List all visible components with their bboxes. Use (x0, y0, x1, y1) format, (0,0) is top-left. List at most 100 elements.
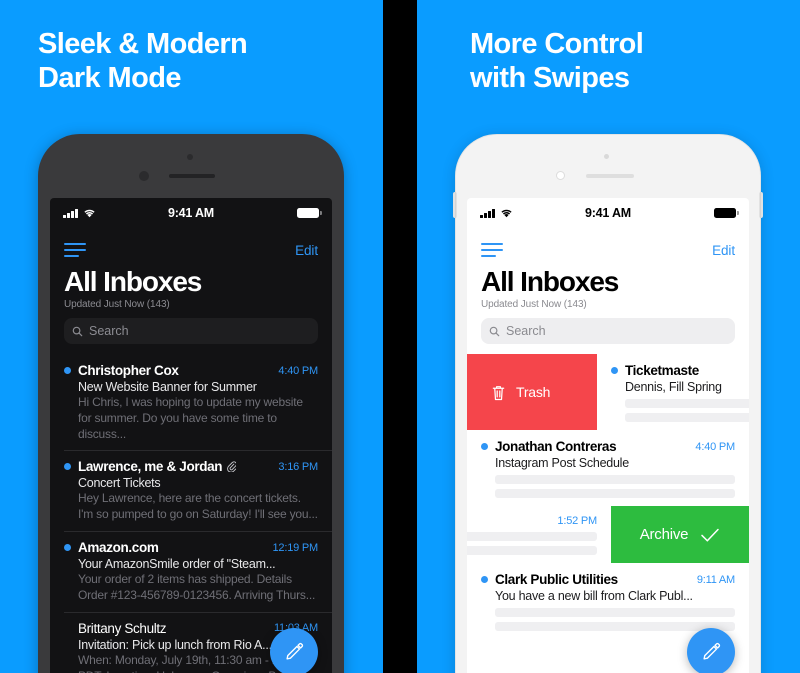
headline-left: Sleek & Modern Dark Mode (38, 28, 248, 94)
table-row[interactable]: Jonathan Contreras 4:40 PM Instagram Pos… (467, 430, 749, 506)
mail-time: 9:11 AM (696, 573, 735, 586)
earpiece-speaker-icon (586, 174, 634, 178)
mail-preview: Hi Chris, I was hoping to update my webs… (78, 395, 303, 441)
unread-dot-icon (481, 576, 488, 583)
mail-list: Christopher Cox 4:40 PM New Website Bann… (50, 354, 332, 673)
edit-button[interactable]: Edit (712, 243, 735, 258)
mail-row-header: Amazon.com 12:19 PM (64, 540, 318, 555)
trash-can-icon (492, 385, 505, 400)
nav-bar: Edit (50, 228, 332, 262)
compose-button[interactable] (270, 628, 318, 673)
mail-subject: Dennis, Fill Spring (625, 380, 722, 394)
hamburger-menu-icon[interactable] (481, 243, 503, 257)
unread-dot-icon (64, 625, 71, 632)
phone-screen-dark: 9:41 AM Edit All Inboxes Updated Just No… (50, 198, 332, 673)
mail-time: 4:40 PM (695, 440, 735, 453)
mail-preview: Your order of 2 items has shipped. Detai… (78, 572, 316, 602)
mail-sender: Clark Public Utilities (495, 572, 618, 587)
front-camera-icon (187, 154, 193, 160)
trash-action-button[interactable]: Trash (467, 354, 597, 430)
mail-preview-masked (467, 532, 597, 555)
table-row[interactable]: Christopher Cox 4:40 PM New Website Bann… (50, 354, 332, 450)
proximity-sensor-icon (556, 171, 565, 180)
mail-sender: Brittany Schultz (78, 620, 167, 636)
table-row[interactable]: Lawrence, me & Jordan 3:16 PM Concert Ti… (50, 450, 332, 531)
app-store-screenshot-pair: Sleek & Modern Dark Mode 9:41 AM Edit Al… (0, 0, 800, 673)
unread-dot-icon (64, 463, 71, 471)
phone-mockup-dark: 9:41 AM Edit All Inboxes Updated Just No… (38, 134, 344, 673)
mail-subject: You have a new bill from Clark Publ... (495, 589, 693, 603)
mail-row-content: 1:52 PM (467, 506, 611, 563)
page-subtitle: Updated Just Now (143) (64, 299, 170, 310)
checkmark-icon (701, 528, 720, 542)
mail-row-header: Clark Public Utilities 9:11 AM (481, 572, 735, 587)
status-right-group (297, 207, 322, 219)
search-placeholder: Search (89, 324, 129, 338)
compose-pencil-icon (286, 642, 304, 660)
table-row[interactable]: Amazon.com 12:19 PM Your AmazonSmile ord… (50, 531, 332, 612)
page-title: All Inboxes (481, 266, 619, 297)
unread-dot-icon (64, 367, 71, 374)
proximity-sensor-icon (139, 171, 149, 181)
mail-sender: Ticketmaste (625, 363, 699, 378)
mail-sender: Jonathan Contreras (495, 439, 617, 454)
mail-subject: Instagram Post Schedule (495, 456, 629, 470)
mail-row-header: Jonathan Contreras 4:40 PM (481, 439, 735, 454)
earpiece-speaker-icon (169, 174, 215, 178)
mail-sender: Lawrence, me & Jordan (78, 459, 223, 475)
phone-mockup-light: 9:41 AM Edit All Inboxes Updated Just No… (453, 134, 763, 673)
compose-pencil-icon (703, 642, 721, 660)
status-bar: 9:41 AM (467, 198, 749, 228)
mail-row-content: Ticketmaste Dennis, Fill Spring (597, 354, 749, 430)
phone-screen-light: 9:41 AM Edit All Inboxes Updated Just No… (467, 198, 749, 673)
page-title: All Inboxes (64, 266, 202, 297)
unread-dot-icon (611, 367, 618, 374)
table-row[interactable]: Archive 1:52 PM (467, 506, 749, 563)
unread-dot-icon (481, 443, 488, 450)
mail-sender: Christopher Cox (78, 363, 179, 378)
mail-subject: Concert Tickets (78, 476, 161, 491)
status-time: 9:41 AM (167, 206, 215, 220)
mail-sender: Amazon.com (78, 540, 159, 556)
power-button[interactable] (759, 192, 763, 218)
front-camera-icon (604, 154, 609, 159)
mail-row-header: 1:52 PM (467, 515, 597, 527)
table-row[interactable]: Trash Ticketmaste Dennis, Fill Spring (467, 354, 749, 430)
search-input[interactable]: Search (481, 318, 735, 344)
mail-list: Trash Ticketmaste Dennis, Fill Spring Jo… (467, 354, 749, 639)
page-subtitle: Updated Just Now (143) (481, 299, 587, 310)
mail-time: 3:16 PM (278, 460, 318, 473)
search-icon (489, 326, 500, 336)
compose-button[interactable] (687, 628, 735, 673)
status-time: 9:41 AM (584, 206, 632, 220)
mail-preview: Hey Lawrence, here are the concert ticke… (78, 491, 318, 522)
mail-subject: Your AmazonSmile order of "Steam... (78, 557, 276, 572)
search-input[interactable]: Search (64, 318, 318, 344)
attachment-paperclip-icon (227, 461, 237, 473)
mail-row-header: Lawrence, me & Jordan 3:16 PM (64, 459, 318, 474)
mail-preview-masked (611, 399, 749, 422)
panel-divider (383, 0, 417, 673)
panel-dark-mode: Sleek & Modern Dark Mode 9:41 AM Edit Al… (0, 0, 383, 673)
unread-dot-icon (64, 544, 71, 552)
search-icon (72, 326, 83, 336)
mail-time: 12:19 PM (272, 541, 319, 554)
battery-full-icon (714, 207, 739, 219)
mail-row-header: Ticketmaste (611, 363, 749, 378)
nav-bar: Edit (467, 228, 749, 262)
status-right-group (714, 207, 739, 219)
mail-time: 4:40 PM (278, 364, 318, 377)
trash-action-label: Trash (516, 384, 551, 400)
volume-button[interactable] (453, 192, 457, 218)
mail-subject: New Website Banner for Summer (78, 380, 257, 394)
archive-action-button[interactable]: Archive (611, 506, 749, 563)
search-placeholder: Search (506, 324, 546, 338)
mail-preview-masked (481, 475, 735, 498)
panel-swipes: More Control with Swipes 9:41 AM Edit Al… (417, 0, 800, 673)
edit-button[interactable]: Edit (295, 243, 318, 258)
status-bar: 9:41 AM (50, 198, 332, 228)
hamburger-menu-icon[interactable] (64, 243, 86, 257)
mail-row-header: Christopher Cox 4:40 PM (64, 363, 318, 378)
mail-preview-masked (481, 608, 735, 631)
battery-full-icon (297, 207, 322, 219)
